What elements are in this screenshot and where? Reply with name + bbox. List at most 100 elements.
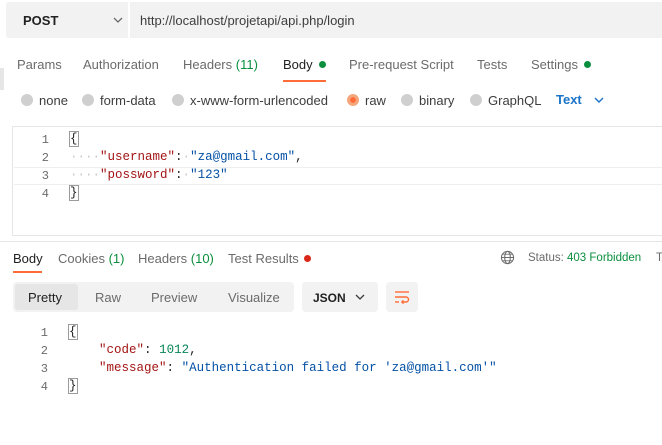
active-tab-underline: [283, 80, 326, 82]
json-colon: :: [175, 150, 183, 164]
radio-label: GraphQL: [488, 92, 542, 108]
view-mode-selector: Pretty Raw Preview Visualize: [13, 282, 294, 312]
pane-divider[interactable]: [0, 241, 662, 242]
open-brace: {: [68, 324, 78, 340]
radio-none[interactable]: none: [21, 92, 68, 108]
tab-body-label: Body: [283, 57, 313, 72]
radio-x-www-form-urlencoded[interactable]: x-www-form-urlencoded: [172, 92, 328, 108]
chevron-down-icon: [113, 17, 123, 23]
close-brace: }: [69, 185, 79, 201]
radio-label: x-www-form-urlencoded: [190, 92, 328, 108]
tab-test-results-label: Test Results: [228, 251, 299, 266]
radio-circle: [172, 94, 184, 106]
line-number: 3: [41, 169, 49, 183]
tab-pre-request-script[interactable]: Pre-request Script: [349, 57, 454, 72]
line-number: 4: [40, 380, 48, 394]
view-mode-pretty[interactable]: Pretty: [28, 290, 62, 305]
json-colon: :: [144, 343, 152, 357]
line-number: 4: [41, 187, 49, 201]
radio-raw[interactable]: raw: [347, 93, 386, 108]
code-line: "code": 1012,: [69, 343, 197, 357]
chevron-down-icon[interactable]: [593, 94, 605, 106]
status-indicator[interactable]: Status: 403 Forbidden: [528, 252, 641, 264]
close-brace: }: [68, 378, 78, 394]
view-mode-preview[interactable]: Preview: [151, 290, 197, 305]
tab-body[interactable]: Body: [283, 57, 326, 72]
indent-dots: ····: [70, 150, 101, 164]
tab-tests[interactable]: Tests: [477, 57, 507, 72]
tab-authorization[interactable]: Authorization: [83, 57, 159, 72]
view-mode-visualize[interactable]: Visualize: [228, 290, 280, 305]
method-select[interactable]: POST: [6, 2, 128, 38]
response-body-viewer[interactable]: 1 2 3 4 { "code": 1012, "message": "Auth…: [0, 320, 662, 445]
request-url-bar: POST http://localhost/projetapi/api.php/…: [0, 0, 662, 40]
json-value: "Authentication failed for 'za@gmail.com…: [181, 361, 497, 375]
json-trail: ,: [189, 343, 197, 357]
code-line: }: [68, 378, 78, 394]
format-select[interactable]: JSON: [302, 282, 378, 312]
url-text: http://localhost/projetapi/api.php/login: [140, 13, 355, 28]
json-colon: :: [166, 361, 175, 375]
line-number: 1: [40, 326, 48, 340]
json-value: "za@gmail.com": [190, 150, 296, 164]
radio-label: none: [39, 92, 68, 108]
body-indicator-dot: [318, 61, 326, 68]
line-number: 2: [40, 344, 48, 358]
indent-dots: ·: [182, 150, 191, 164]
response-tab-cookies[interactable]: Cookies (1): [58, 251, 124, 266]
tab-settings[interactable]: Settings: [531, 57, 591, 72]
line-number: 3: [40, 362, 48, 376]
wrap-lines-button[interactable]: [386, 282, 418, 312]
code-line: ····"username":·"za@gmail.com",: [70, 150, 303, 164]
radio-binary[interactable]: binary: [401, 92, 455, 108]
url-input[interactable]: http://localhost/projetapi/api.php/login: [130, 2, 662, 38]
json-key: "code": [99, 343, 145, 357]
tab-headers-label: Headers: [138, 251, 188, 266]
tab-settings-label: Settings: [531, 57, 578, 72]
radio-circle: [470, 94, 482, 106]
radio-form-data[interactable]: form-data: [82, 92, 156, 108]
radio-label: binary: [419, 92, 455, 108]
sidebar-edge: [0, 68, 4, 90]
json-colon: :: [175, 168, 183, 182]
globe-icon[interactable]: [500, 250, 515, 265]
indent-dots: ·: [182, 168, 191, 182]
code-line: ····"possword":·"123": [70, 168, 228, 182]
chevron-down-icon: [355, 294, 365, 300]
json-value: 1012: [159, 343, 190, 357]
tab-headers-count: (11): [235, 57, 258, 72]
view-mode-raw[interactable]: Raw: [95, 290, 121, 305]
code-line: "message": "Authentication failed for 'z…: [69, 361, 497, 375]
code-line: {: [69, 131, 79, 147]
line-number: 2: [41, 151, 49, 165]
code-line: {: [68, 324, 78, 340]
tab-headers[interactable]: Headers (11): [183, 57, 258, 72]
status-overflow-text: T: [656, 252, 662, 264]
request-body-editor[interactable]: 1 2 3 4 { ····"username":·"za@gmail.com"…: [12, 126, 662, 236]
response-tab-headers[interactable]: Headers (10): [138, 251, 214, 266]
indent-dots: ····: [70, 168, 101, 182]
json-key: "username": [100, 150, 176, 164]
radio-graphql[interactable]: GraphQL: [470, 92, 542, 108]
tab-params[interactable]: Params: [17, 57, 62, 72]
settings-indicator-dot: [583, 61, 591, 68]
response-tab-body[interactable]: Body: [13, 251, 43, 266]
json-key: "possword": [100, 168, 176, 182]
open-brace: {: [69, 131, 79, 147]
format-label: JSON: [313, 291, 346, 305]
radio-circle: [82, 94, 94, 106]
json-value: "123": [190, 168, 228, 182]
raw-type-select[interactable]: Text: [556, 92, 582, 107]
code-line: }: [69, 185, 79, 201]
tab-headers-label: Headers: [183, 57, 233, 72]
method-label: POST: [23, 13, 59, 28]
status-label: Status:: [528, 252, 564, 264]
radio-circle-selected: [347, 94, 359, 106]
radio-label: form-data: [100, 92, 156, 108]
response-tab-test-results[interactable]: Test Results: [228, 251, 311, 266]
active-tab-underline: [13, 271, 42, 273]
